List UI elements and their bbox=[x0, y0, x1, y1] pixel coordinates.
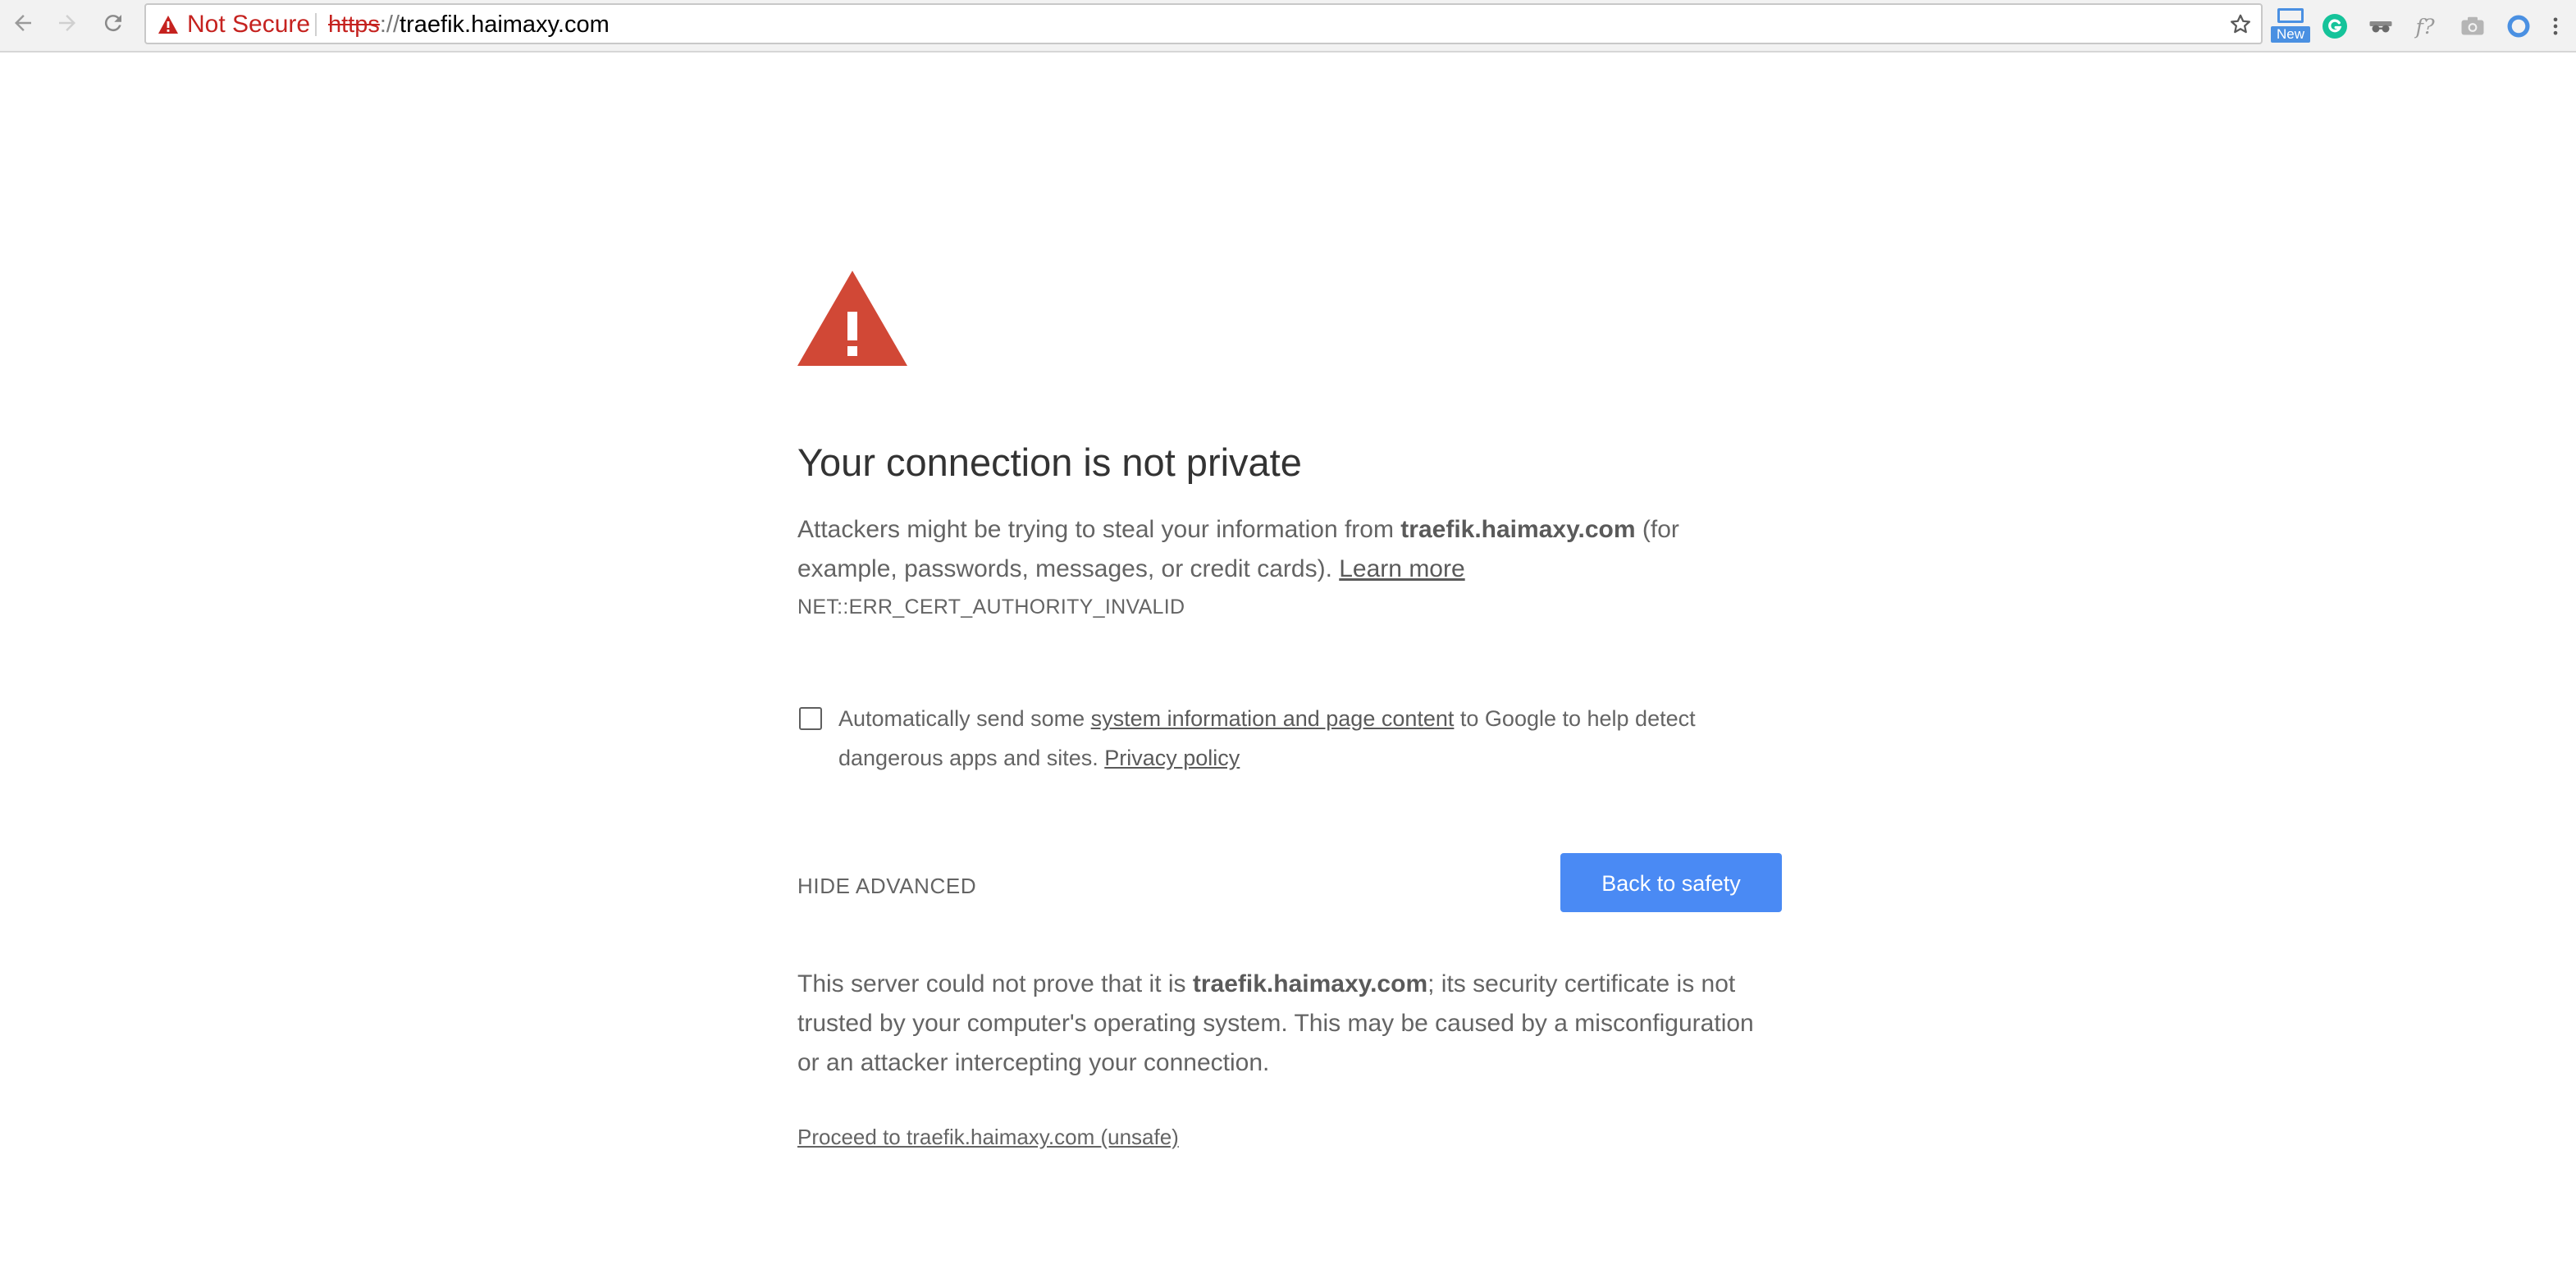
new-extension-window-shape bbox=[2277, 8, 2304, 23]
bookmark-star-icon[interactable] bbox=[2228, 12, 2253, 37]
main-message-text-start: Attackers might be trying to steal your … bbox=[797, 516, 1401, 543]
details-text-start: This server could not prove that it is bbox=[797, 970, 1193, 997]
optin-label: Automatically send some system informati… bbox=[838, 699, 1782, 778]
hide-advanced-button[interactable]: HIDE ADVANCED bbox=[797, 869, 976, 902]
main-message: Attackers might be trying to steal your … bbox=[797, 510, 1782, 589]
mask-glasses-icon bbox=[2369, 21, 2392, 33]
details-message: This server could not prove that it is t… bbox=[797, 965, 1782, 1083]
url-text[interactable]: https://traefik.haimaxy.com bbox=[328, 11, 610, 38]
not-secure-warning-icon bbox=[158, 16, 178, 34]
url-host: traefik.haimaxy.com bbox=[400, 11, 610, 38]
svg-text:f?: f? bbox=[2414, 15, 2435, 39]
circle-extension-icon[interactable] bbox=[2502, 10, 2535, 43]
system-information-link[interactable]: system information and page content bbox=[1091, 706, 1455, 731]
back-arrow-icon bbox=[15, 15, 31, 31]
privacy-policy-link[interactable]: Privacy policy bbox=[1104, 746, 1240, 770]
forward-arrow-icon bbox=[59, 15, 75, 31]
page-title: Your connection is not private bbox=[797, 440, 1302, 484]
optin-text-start: Automatically send some bbox=[838, 706, 1091, 731]
learn-more-link[interactable]: Learn more bbox=[1339, 555, 1464, 582]
browser-menu-button[interactable] bbox=[2543, 10, 2568, 43]
grammarly-g-icon bbox=[2323, 14, 2347, 39]
url-scheme: https bbox=[328, 11, 380, 38]
formula-icon[interactable]: f? bbox=[2410, 10, 2443, 43]
main-message-host: traefik.haimaxy.com bbox=[1400, 516, 1636, 543]
details-host: traefik.haimaxy.com bbox=[1192, 970, 1428, 997]
forward-button[interactable] bbox=[51, 7, 84, 39]
reload-button[interactable] bbox=[97, 7, 130, 39]
warning-triangle-icon bbox=[797, 271, 907, 366]
disguise-mask-icon[interactable] bbox=[2364, 10, 2397, 43]
function-f-icon: f? bbox=[2414, 15, 2435, 39]
security-chip-label[interactable]: Not Secure bbox=[187, 11, 310, 38]
blue-ring-icon bbox=[2507, 15, 2530, 38]
proceed-unsafe-link[interactable]: Proceed to traefik.haimaxy.com (unsafe) bbox=[797, 1121, 1179, 1153]
new-badge-label: New bbox=[2271, 26, 2310, 43]
address-bar[interactable]: Not Secure https://traefik.haimaxy.com bbox=[144, 3, 2263, 44]
screenshot-camera-icon bbox=[2461, 16, 2484, 35]
camera-icon[interactable] bbox=[2456, 10, 2489, 43]
error-code: NET::ERR_CERT_AUTHORITY_INVALID bbox=[797, 596, 1185, 618]
extended-reporting-checkbox[interactable] bbox=[799, 707, 822, 730]
omnibox-divider bbox=[315, 13, 317, 36]
browser-toolbar: Not Secure https://traefik.haimaxy.com N… bbox=[0, 0, 2576, 52]
reload-icon bbox=[104, 15, 121, 32]
back-button[interactable] bbox=[7, 7, 39, 39]
url-separator: :// bbox=[379, 11, 400, 38]
back-to-safety-button[interactable]: Back to safety bbox=[1560, 853, 1782, 912]
grammarly-icon[interactable] bbox=[2318, 10, 2351, 43]
vertical-dots-menu-icon bbox=[2553, 17, 2558, 35]
new-extension-icon[interactable]: New bbox=[2271, 7, 2310, 43]
